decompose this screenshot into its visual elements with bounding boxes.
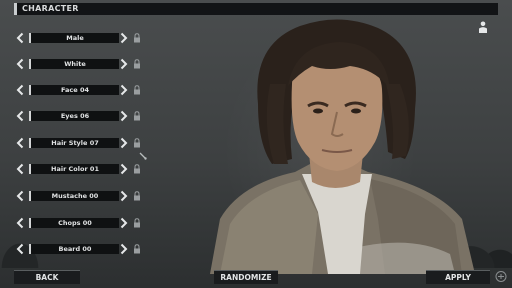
- option-row-chops: Chops 00: [16, 217, 146, 229]
- chevron-right-icon[interactable]: [120, 84, 128, 96]
- option-value-box: Male: [29, 33, 119, 43]
- back-button[interactable]: BACK: [14, 270, 80, 284]
- option-value-box: Hair Color 01: [29, 164, 119, 174]
- option-label: Hair Style 07: [51, 139, 99, 147]
- option-value-box: White: [29, 59, 119, 69]
- gamepad-icon: [495, 271, 507, 282]
- option-label: Male: [66, 34, 84, 42]
- option-row-skin: White: [16, 58, 146, 70]
- appearance-options: Male White Face 04 Eyes 06 Hair Style 07…: [0, 0, 160, 288]
- chevron-left-icon[interactable]: [16, 137, 24, 149]
- lock-icon[interactable]: [133, 111, 141, 121]
- chevron-right-icon[interactable]: [120, 110, 128, 122]
- apply-button[interactable]: APPLY: [426, 270, 490, 284]
- option-label: Hair Color 01: [51, 165, 99, 173]
- option-value-box: Hair Style 07: [29, 138, 119, 148]
- option-value-box: Face 04: [29, 85, 119, 95]
- color-picker-icon[interactable]: [139, 152, 147, 160]
- chevron-left-icon[interactable]: [16, 32, 24, 44]
- lock-icon[interactable]: [133, 33, 141, 43]
- option-label: Eyes 06: [60, 112, 90, 120]
- option-label: Beard 00: [58, 245, 92, 253]
- option-value-box: Beard 00: [29, 244, 119, 254]
- chevron-left-icon[interactable]: [16, 163, 24, 175]
- option-row-gender: Male: [16, 32, 146, 44]
- option-row-face: Face 04: [16, 84, 146, 96]
- chevron-right-icon[interactable]: [120, 217, 128, 229]
- chevron-right-icon[interactable]: [120, 32, 128, 44]
- option-row-hair-color: Hair Color 01: [16, 152, 147, 175]
- option-value-box: Mustache 00: [29, 191, 119, 201]
- option-label: Face 04: [60, 86, 89, 94]
- option-row-mustache: Mustache 00: [16, 190, 146, 202]
- chevron-right-icon[interactable]: [120, 190, 128, 202]
- character-preview: [210, 19, 475, 274]
- chevron-left-icon[interactable]: [16, 190, 24, 202]
- option-label: Chops 00: [58, 219, 92, 227]
- person-icon[interactable]: [478, 21, 488, 33]
- lock-icon[interactable]: [133, 218, 141, 228]
- chevron-left-icon[interactable]: [16, 243, 24, 255]
- chevron-right-icon[interactable]: [120, 137, 128, 149]
- chevron-right-icon[interactable]: [120, 243, 128, 255]
- chevron-left-icon[interactable]: [16, 110, 24, 122]
- chevron-left-icon[interactable]: [16, 217, 24, 229]
- lock-icon[interactable]: [133, 59, 141, 69]
- randomize-button[interactable]: RANDOMIZE: [214, 270, 278, 284]
- chevron-right-icon[interactable]: [120, 58, 128, 70]
- option-row-beard: Beard 00: [16, 243, 146, 255]
- lock-icon[interactable]: [133, 244, 141, 254]
- chevron-left-icon[interactable]: [16, 58, 24, 70]
- option-row-eyes: Eyes 06: [16, 110, 146, 122]
- lock-icon[interactable]: [133, 164, 141, 174]
- lock-icon[interactable]: [133, 191, 141, 201]
- option-row-hair-style: Hair Style 07: [16, 137, 146, 149]
- option-value-box: Chops 00: [29, 218, 119, 228]
- option-label: Mustache 00: [51, 192, 99, 200]
- option-label: White: [64, 60, 86, 68]
- chevron-right-icon[interactable]: [120, 163, 128, 175]
- option-value-box: Eyes 06: [29, 111, 119, 121]
- lock-icon[interactable]: [133, 85, 141, 95]
- lock-icon[interactable]: [133, 138, 141, 148]
- chevron-left-icon[interactable]: [16, 84, 24, 96]
